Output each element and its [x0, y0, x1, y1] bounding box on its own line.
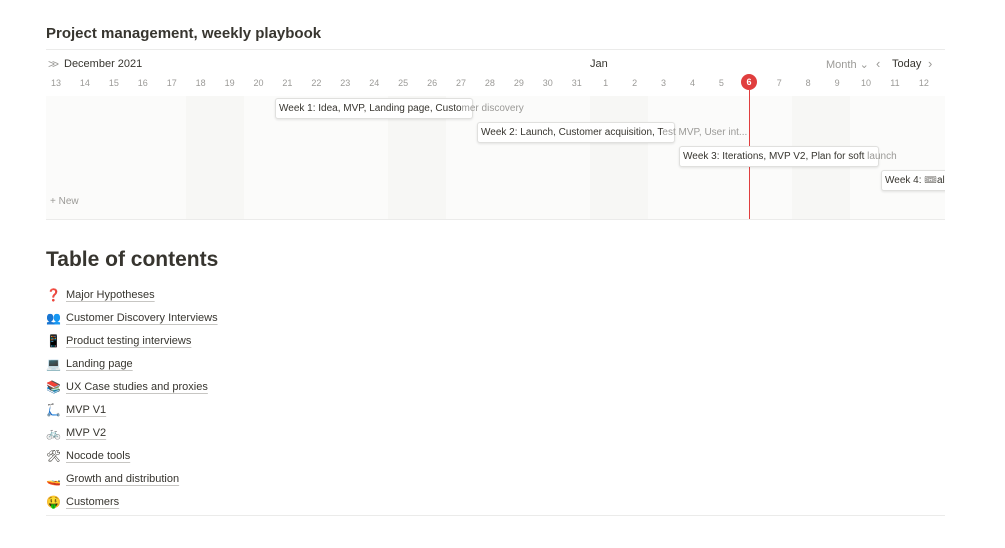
month-label-december: December 2021	[64, 58, 143, 70]
day-label: 10	[861, 78, 872, 88]
day-label: 18	[195, 78, 206, 88]
day-label: 12	[918, 78, 929, 88]
timeline-view[interactable]: >> December 2021 Jan Month ⌄ ‹ Today › 1…	[46, 50, 945, 220]
day-label: 16	[137, 78, 148, 88]
toc-item[interactable]: 👥 Customer Discovery Interviews	[46, 306, 218, 329]
month-label-january: Jan	[590, 58, 608, 70]
collapse-sidebar-icon[interactable]: >>	[48, 57, 59, 71]
toc-link[interactable]: Customers	[66, 496, 119, 508]
divider	[46, 515, 945, 516]
toc-heading: Table of contents	[46, 248, 219, 271]
day-label: 14	[79, 78, 90, 88]
toc-link[interactable]: Customer Discovery Interviews	[66, 312, 218, 324]
toc-link[interactable]: MVP V2	[66, 427, 106, 439]
chevron-right-icon[interactable]: ›	[928, 56, 932, 71]
toc-link[interactable]: MVP V1	[66, 404, 106, 416]
database-title[interactable]: Project management, weekly playbook	[46, 25, 321, 42]
card-title: Week 2: Launch, Customer acquisition, T	[481, 127, 663, 138]
page-emoji-icon: 🛴	[46, 403, 61, 418]
page-emoji-icon: 📚	[46, 379, 61, 394]
page-emoji-icon: 🤑	[46, 495, 61, 510]
day-label: 31	[571, 78, 582, 88]
day-label: 25	[398, 78, 409, 88]
new-item-button[interactable]: + New	[50, 196, 79, 207]
day-label: 28	[484, 78, 495, 88]
toc-list: ❓ Major Hypotheses 👥 Customer Discovery Int…	[46, 283, 218, 514]
toc-link[interactable]: Product testing interviews	[66, 335, 191, 347]
day-label: 20	[253, 78, 264, 88]
day-label: 24	[369, 78, 380, 88]
divider	[46, 219, 945, 220]
toc-item[interactable]: 📱 Product testing interviews	[46, 329, 218, 352]
timeline-card-week2[interactable]: Week 2: Launch, Customer acquisition, Te…	[477, 122, 747, 143]
toc-link[interactable]: UX Case studies and proxies	[66, 381, 208, 393]
day-label: 7	[776, 78, 782, 88]
toc-item[interactable]: 💻 Landing page	[46, 352, 218, 375]
day-label: 4	[689, 78, 695, 88]
day-label: 3	[661, 78, 667, 88]
toc-item[interactable]: 🛠 Nocode tools	[46, 445, 218, 468]
page-emoji-icon: ❓	[46, 287, 61, 302]
card-title-overflow: mer discovery	[461, 103, 524, 114]
page-emoji-icon: 📱	[46, 333, 61, 348]
card-title: Week 3: Iterations, MVP V2, Plan for sof…	[683, 151, 865, 162]
timeline-card-week4[interactable]: Week 4: 🎟al	[881, 170, 945, 191]
page-emoji-icon: 👥	[46, 310, 61, 325]
page-emoji-icon: 🚤	[46, 472, 61, 487]
day-label: 21	[282, 78, 293, 88]
day-label: 30	[542, 78, 553, 88]
toc-item[interactable]: 🤑 Customers	[46, 491, 218, 514]
toc-item[interactable]: 🚤 Growth and distribution	[46, 468, 218, 491]
toc-item[interactable]: 🛴 MVP V1	[46, 398, 218, 421]
view-scale-dropdown[interactable]: Month ⌄	[826, 58, 869, 71]
toc-link[interactable]: Growth and distribution	[66, 473, 179, 485]
day-label: 22	[311, 78, 322, 88]
card-title: Week 1: Idea, MVP, Landing page, Custo	[279, 103, 462, 114]
page-emoji-icon: 🚲	[46, 426, 61, 441]
day-label: 29	[513, 78, 524, 88]
day-label: 9	[834, 78, 840, 88]
day-label: 8	[805, 78, 811, 88]
card-title: Week 4: 🎟al	[885, 175, 945, 186]
timeline-card-week1[interactable]: Week 1: Idea, MVP, Landing page, Custome…	[275, 98, 524, 119]
day-label: 17	[166, 78, 177, 88]
day-label: 15	[108, 78, 119, 88]
today-marker: 6	[741, 74, 757, 90]
toc-link[interactable]: Major Hypotheses	[66, 289, 155, 301]
weekend-column	[590, 96, 648, 220]
toc-item[interactable]: 📚 UX Case studies and proxies	[46, 375, 218, 398]
day-label: 19	[224, 78, 235, 88]
today-button[interactable]: Today	[892, 58, 921, 70]
day-label: 1	[603, 78, 609, 88]
day-label: 26	[427, 78, 438, 88]
toc-link[interactable]: Nocode tools	[66, 450, 130, 462]
page-emoji-icon: 💻	[46, 356, 61, 371]
day-label: 5	[718, 78, 724, 88]
weekend-column	[186, 96, 244, 220]
chevron-left-icon[interactable]: ‹	[876, 56, 880, 71]
page-emoji-icon: 🛠	[46, 449, 62, 464]
day-label: 23	[340, 78, 351, 88]
day-label: 13	[50, 78, 61, 88]
day-label: 2	[632, 78, 638, 88]
toc-item[interactable]: 🚲 MVP V2	[46, 422, 218, 445]
day-label: 11	[890, 78, 900, 88]
toc-item[interactable]: ❓ Major Hypotheses	[46, 283, 218, 306]
timeline-card-week3[interactable]: Week 3: Iterations, MVP V2, Plan for sof…	[679, 146, 897, 167]
card-title-overflow: est MVP, User int...	[662, 127, 748, 138]
toc-link[interactable]: Landing page	[66, 358, 133, 370]
day-label: 27	[456, 78, 467, 88]
card-title-overflow: launch	[864, 151, 897, 162]
